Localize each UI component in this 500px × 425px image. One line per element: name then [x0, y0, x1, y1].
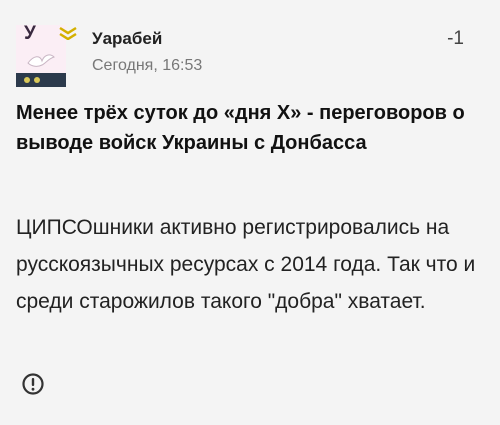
exclamation-circle-icon[interactable] [21, 372, 45, 396]
author-name[interactable]: Уарабей [92, 29, 162, 49]
rank-chevron-icon [59, 26, 77, 40]
avatar-strip [16, 73, 66, 87]
comment-score: -1 [447, 28, 464, 49]
comment-body: ЦИПСОшники активно регистрировались на р… [16, 216, 476, 313]
avatar-letter: У [24, 25, 36, 44]
post-timestamp: Сегодня, 16:53 [92, 57, 203, 74]
comment-card: У Уарабей Сегодня, 16:53 -1 Менее трёх с… [0, 0, 500, 425]
avatar-bird-icon [27, 54, 55, 67]
post-title[interactable]: Менее трёх суток до «дня Х» - переговоро… [16, 98, 486, 158]
